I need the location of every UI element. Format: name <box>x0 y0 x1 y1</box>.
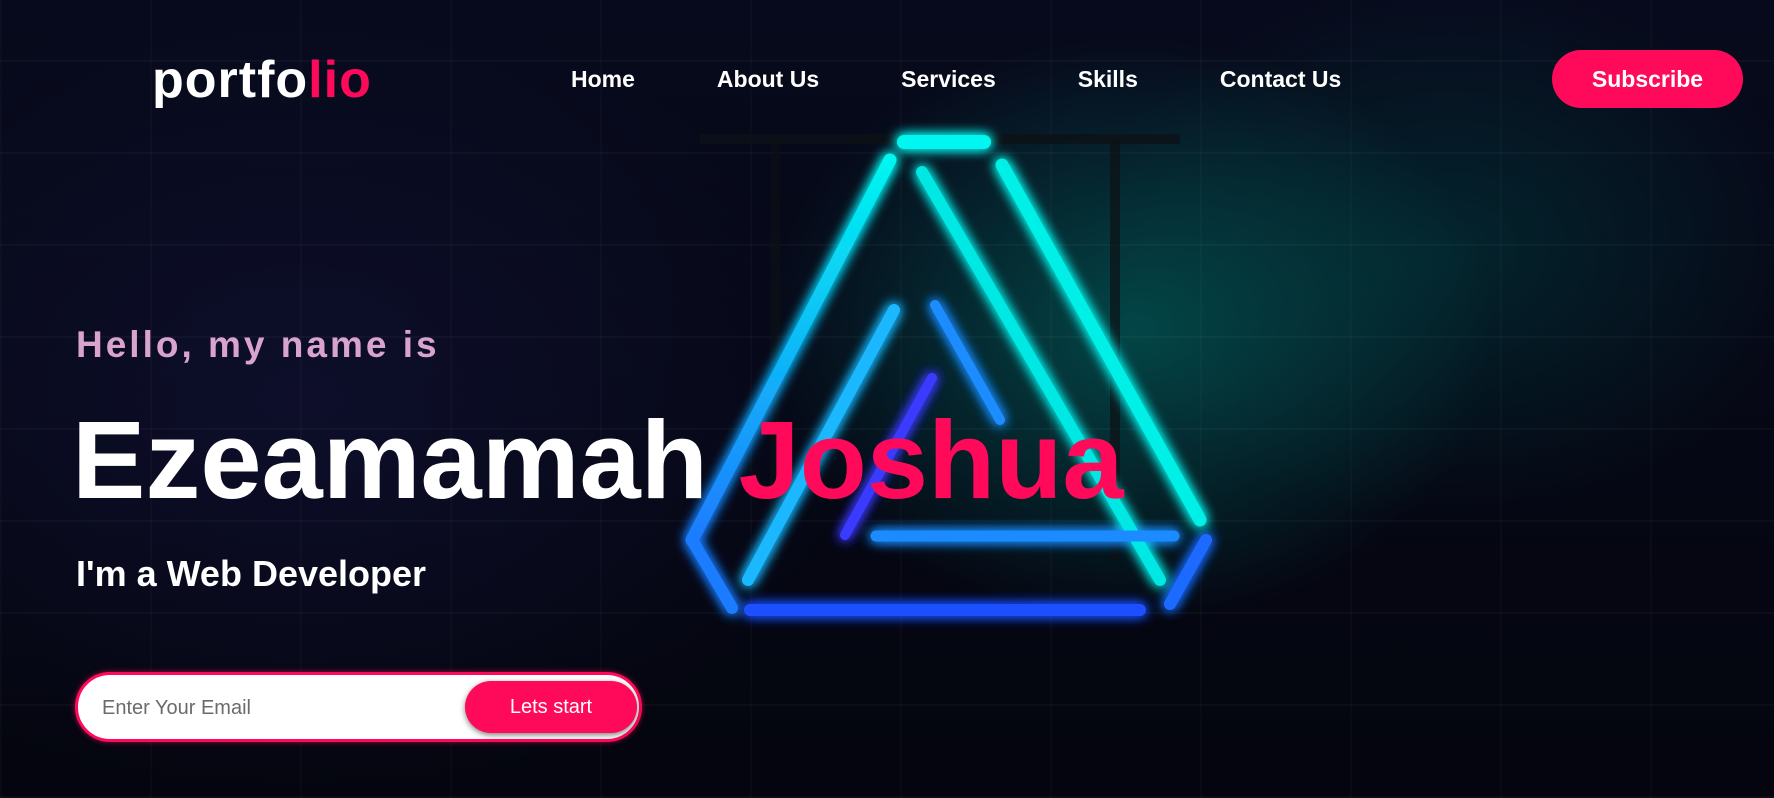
logo[interactable]: portfolio <box>152 48 372 112</box>
logo-accent-text: lio <box>308 51 372 109</box>
main-nav: Home About Us Services Skills Contact Us <box>571 64 1341 94</box>
nav-item-about-us[interactable]: About Us <box>717 64 819 94</box>
nav-item-contact-us[interactable]: Contact Us <box>1220 64 1341 94</box>
logo-main-text: portfo <box>152 51 309 109</box>
hero-last-name: Joshua <box>738 399 1124 522</box>
lets-start-button[interactable]: Lets start <box>465 681 637 733</box>
hero-greeting: Hello, my name is <box>76 324 440 365</box>
hero-first-name: Ezeamamah <box>72 399 708 522</box>
hero-name: Ezeamamah Joshua <box>72 398 1124 524</box>
subscribe-button[interactable]: Subscribe <box>1552 50 1743 108</box>
email-signup-form: Lets start <box>75 672 642 742</box>
email-input[interactable] <box>100 689 464 727</box>
nav-item-services[interactable]: Services <box>901 64 996 94</box>
nav-item-home[interactable]: Home <box>571 64 635 94</box>
neon-triangle-icon <box>685 134 1212 616</box>
hero-role: I'm a Web Developer <box>76 553 427 594</box>
landing-page: portfolio Home About Us Services Skills … <box>0 0 1774 798</box>
nav-item-skills[interactable]: Skills <box>1078 64 1138 94</box>
